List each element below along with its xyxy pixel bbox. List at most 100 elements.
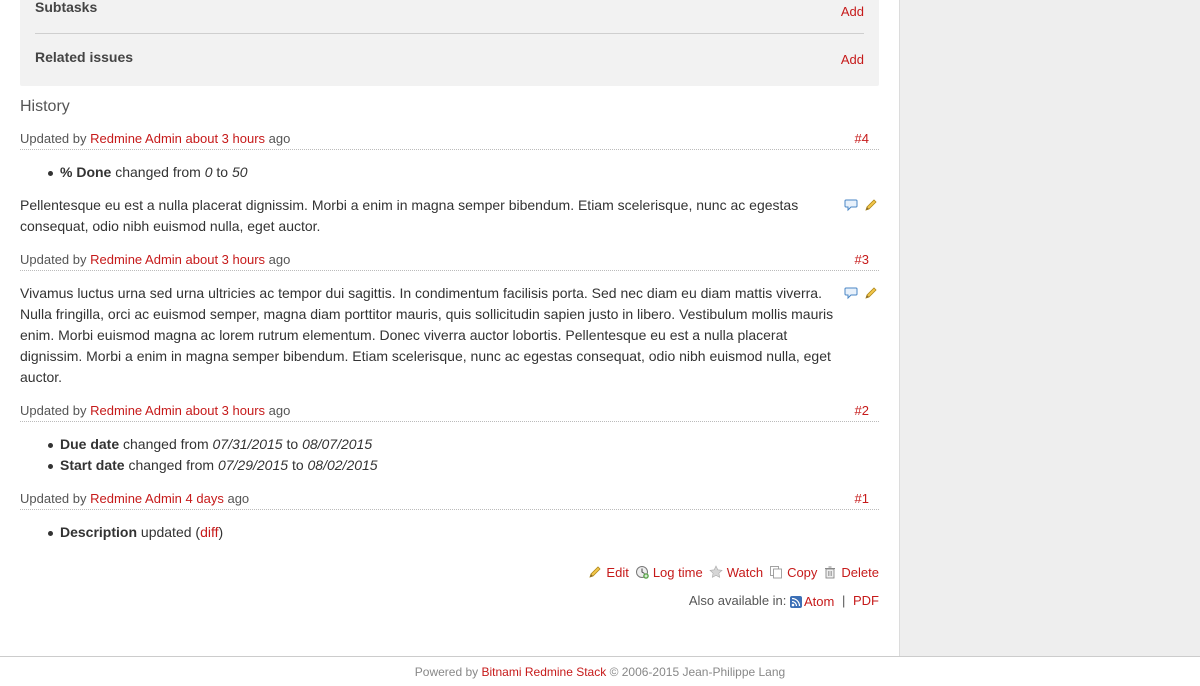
edit-action[interactable]: Edit xyxy=(588,564,629,580)
journal-suffix: ago xyxy=(268,403,291,418)
detail-verb: updated ( xyxy=(140,524,201,540)
detail-field: Start date xyxy=(60,457,125,473)
format-separator: | xyxy=(841,593,846,608)
journal-entry: Updated by Redmine Admin about 3 hours a… xyxy=(20,402,879,476)
journal-number-link[interactable]: #1 xyxy=(855,490,869,509)
related-issues-row: Related issues Add xyxy=(35,34,864,86)
journal-number-link[interactable]: #2 xyxy=(855,402,869,421)
journal-details: Description updated (diff) xyxy=(48,522,879,543)
journal-suffix: ago xyxy=(268,252,291,267)
watch-action[interactable]: Watch xyxy=(709,565,763,580)
detail-verb: changed from xyxy=(128,457,215,473)
footer-copyright: © 2006-2015 Jean-Philippe Lang xyxy=(609,665,786,679)
delete-label: Delete xyxy=(841,564,879,580)
related-issues-label: Related issues xyxy=(35,49,134,65)
footer-powered-by: Powered by xyxy=(414,665,479,679)
journal-number-link[interactable]: #4 xyxy=(855,130,869,149)
detail-verb: changed from xyxy=(123,436,209,452)
journal-author-link[interactable]: Redmine Admin xyxy=(90,403,182,418)
journal-time-link[interactable]: 4 days xyxy=(186,491,224,506)
journal-prefix: Updated by xyxy=(20,403,87,418)
atom-label: Atom xyxy=(804,594,835,610)
detail-field: Due date xyxy=(60,436,120,452)
log-time-label: Log time xyxy=(652,564,703,580)
detail-to: 08/02/2015 xyxy=(307,457,378,473)
journal-prefix: Updated by xyxy=(20,491,87,506)
other-formats-label: Also available in: xyxy=(688,593,787,608)
detail-from: 07/31/2015 xyxy=(212,436,283,452)
journal-detail-item: Due date changed from 07/31/2015 to 08/0… xyxy=(48,434,879,455)
journal-author-link[interactable]: Redmine Admin xyxy=(90,131,182,146)
journal-note-text: Pellentesque eu est a nulla placerat dig… xyxy=(20,197,799,234)
journal-detail-item: Start date changed from 07/29/2015 to 08… xyxy=(48,455,879,476)
rss-feed-icon xyxy=(790,595,803,608)
atom-feed-link[interactable]: Atom xyxy=(790,594,834,609)
journal-details: Due date changed from 07/31/2015 to 08/0… xyxy=(48,434,879,476)
journal-prefix: Updated by xyxy=(20,131,87,146)
edit-pencil-icon xyxy=(588,565,602,579)
detail-to: 08/07/2015 xyxy=(302,436,373,452)
journal-author-link[interactable]: Redmine Admin xyxy=(90,252,182,267)
pdf-link[interactable]: PDF xyxy=(853,593,879,608)
quote-comment-icon[interactable] xyxy=(844,197,858,212)
detail-to-word: to xyxy=(291,457,304,473)
journal-note: Vivamus luctus urna sed urna ultricies a… xyxy=(20,283,879,388)
journal-note-text: Vivamus luctus urna sed urna ultricies a… xyxy=(20,285,834,385)
journal-header: Updated by Redmine Admin about 3 hours a… xyxy=(20,130,879,150)
other-formats: Also available in: Atom | PDF xyxy=(20,593,879,611)
journal-detail-item: % Done changed from 0 to 50 xyxy=(48,162,879,183)
journal-author-link[interactable]: Redmine Admin xyxy=(90,491,182,506)
journal-details: % Done changed from 0 to 50 xyxy=(48,162,879,183)
quote-comment-icon[interactable] xyxy=(844,285,858,300)
clock-add-icon xyxy=(635,565,649,579)
journal-entry: Updated by Redmine Admin about 3 hours a… xyxy=(20,251,879,388)
delete-action[interactable]: Delete xyxy=(823,565,879,580)
detail-to: 50 xyxy=(232,164,248,180)
journal-time-link[interactable]: about 3 hours xyxy=(186,252,266,267)
edit-pencil-icon[interactable] xyxy=(864,197,878,211)
log-time-action[interactable]: Log time xyxy=(635,565,703,580)
detail-from: 0 xyxy=(204,164,213,180)
journal-time-link[interactable]: about 3 hours xyxy=(186,131,266,146)
journal-note-actions xyxy=(844,195,878,237)
history-heading: History xyxy=(20,98,70,115)
diff-link[interactable]: diff xyxy=(200,524,218,540)
detail-to-word: to xyxy=(286,436,299,452)
footer-product-link[interactable]: Bitnami Redmine Stack xyxy=(482,665,607,679)
watch-label: Watch xyxy=(726,564,764,580)
journal-header: Updated by Redmine Admin about 3 hours a… xyxy=(20,251,879,271)
detail-from: 07/29/2015 xyxy=(217,457,289,473)
journal-prefix: Updated by xyxy=(20,252,87,267)
journal-entry: Updated by Redmine Admin about 3 hours a… xyxy=(20,130,879,237)
journal-suffix: ago xyxy=(268,131,291,146)
main-content: Subtasks Add Related issues Add History … xyxy=(20,0,879,611)
journal-time-link[interactable]: about 3 hours xyxy=(186,403,266,418)
journal-entry: Updated by Redmine Admin 4 days ago #1 D… xyxy=(20,490,879,543)
add-subtask-link[interactable]: Add xyxy=(841,4,864,19)
subtasks-row: Subtasks Add xyxy=(35,0,864,34)
journal-header: Updated by Redmine Admin about 3 hours a… xyxy=(20,402,879,422)
detail-close-paren: ) xyxy=(218,524,224,540)
detail-verb: changed from xyxy=(115,164,201,180)
issue-actions: Edit Log time Watch Copy Delete xyxy=(20,563,879,581)
sidebar xyxy=(899,0,1200,656)
footer: Powered by Bitnami Redmine Stack © 2006-… xyxy=(0,656,1200,686)
issue-relations-box: Subtasks Add Related issues Add xyxy=(20,0,879,86)
copy-label: Copy xyxy=(787,564,818,580)
copy-icon xyxy=(769,565,783,579)
trash-icon xyxy=(823,565,837,579)
journal-note-actions xyxy=(844,283,878,388)
detail-field: Description xyxy=(60,524,138,540)
journal-header: Updated by Redmine Admin 4 days ago #1 xyxy=(20,490,879,510)
journal-detail-item: Description updated (diff) xyxy=(48,522,879,543)
journal-note: Pellentesque eu est a nulla placerat dig… xyxy=(20,195,879,237)
copy-action[interactable]: Copy xyxy=(769,565,817,580)
subtasks-label: Subtasks xyxy=(35,0,98,15)
edit-pencil-icon[interactable] xyxy=(864,285,878,299)
detail-to-word: to xyxy=(216,164,229,180)
edit-label: Edit xyxy=(606,564,629,580)
journal-number-link[interactable]: #3 xyxy=(855,251,869,270)
detail-field: % Done xyxy=(60,164,112,180)
journal-suffix: ago xyxy=(227,491,250,506)
add-related-issue-link[interactable]: Add xyxy=(841,52,864,67)
